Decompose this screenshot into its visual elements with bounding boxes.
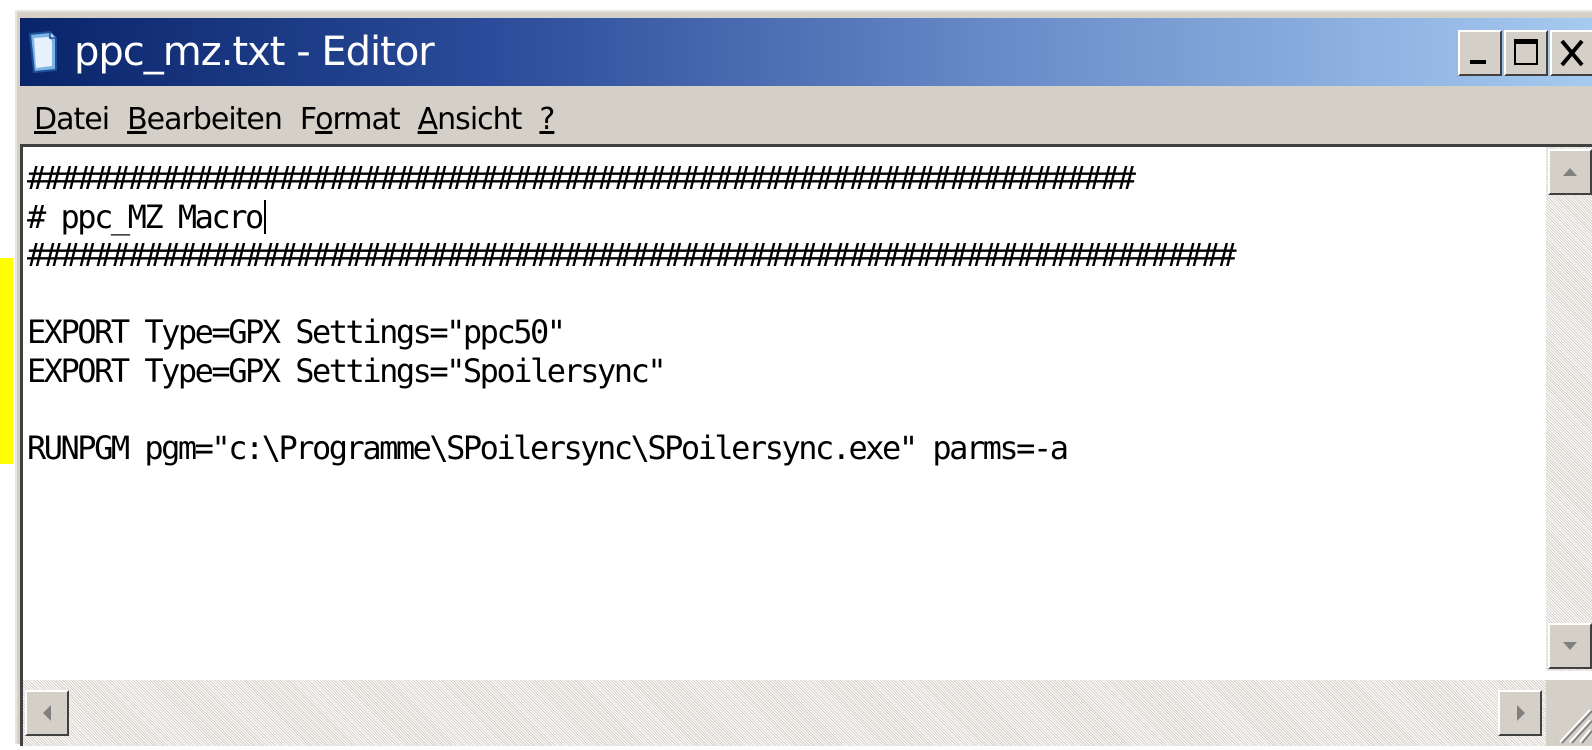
arrow-down-icon xyxy=(1563,642,1577,650)
menu-format[interactable]: Format xyxy=(300,102,401,137)
menu-datei[interactable]: Datei xyxy=(34,102,110,137)
maximize-icon xyxy=(1514,39,1538,65)
arrow-up-icon xyxy=(1563,168,1577,176)
maximize-button[interactable] xyxy=(1504,30,1548,76)
editor-line: EXPORT Type=GPX Settings="ppc50" xyxy=(27,313,566,351)
menu-bar: Datei Bearbeiten Format Ansicht ? xyxy=(20,90,1592,148)
editor-line: ########################################… xyxy=(27,236,1237,274)
minimize-icon xyxy=(1470,60,1486,64)
scroll-left-button[interactable] xyxy=(25,690,69,736)
menu-ansicht[interactable]: Ansicht xyxy=(418,102,523,137)
resize-grip[interactable] xyxy=(1546,680,1592,746)
scroll-right-button[interactable] xyxy=(1498,690,1542,736)
editor-line: RUNPGM pgm="c:\Programme\SPoilersync\SPo… xyxy=(27,428,1069,467)
arrow-left-icon xyxy=(43,705,51,721)
close-icon xyxy=(1560,39,1584,67)
menu-help[interactable]: ? xyxy=(539,102,555,137)
text-caret xyxy=(263,199,266,234)
window-title: ppc_mz.txt - Editor xyxy=(74,29,435,75)
title-bar[interactable]: ppc_mz.txt - Editor xyxy=(20,18,1592,86)
horizontal-scrollbar[interactable] xyxy=(23,680,1546,746)
editor-frame: ########################################… xyxy=(20,144,1592,746)
notepad-icon[interactable] xyxy=(26,30,62,74)
resize-grip-icon xyxy=(1559,709,1592,744)
editor-line-text: # ppc_MZ Macro xyxy=(27,197,264,236)
window-controls xyxy=(1456,30,1592,78)
editor-line: ########################################… xyxy=(27,159,1136,197)
notepad-window: ppc_mz.txt - Editor Datei Bearbeiten For… xyxy=(15,10,1592,746)
menu-bearbeiten[interactable]: Bearbeiten xyxy=(127,102,283,137)
editor-line: # ppc_MZ Macro xyxy=(27,198,1522,237)
text-editor[interactable]: ########################################… xyxy=(27,159,1522,677)
arrow-right-icon xyxy=(1517,705,1525,721)
minimize-button[interactable] xyxy=(1458,30,1502,76)
editor-line: EXPORT Type=GPX Settings="Spoilersync" xyxy=(27,351,667,390)
close-button[interactable] xyxy=(1550,30,1592,76)
highlight-marker xyxy=(0,258,13,464)
scroll-up-button[interactable] xyxy=(1548,149,1592,195)
scroll-down-button[interactable] xyxy=(1548,623,1592,669)
vertical-scrollbar[interactable] xyxy=(1546,147,1592,671)
